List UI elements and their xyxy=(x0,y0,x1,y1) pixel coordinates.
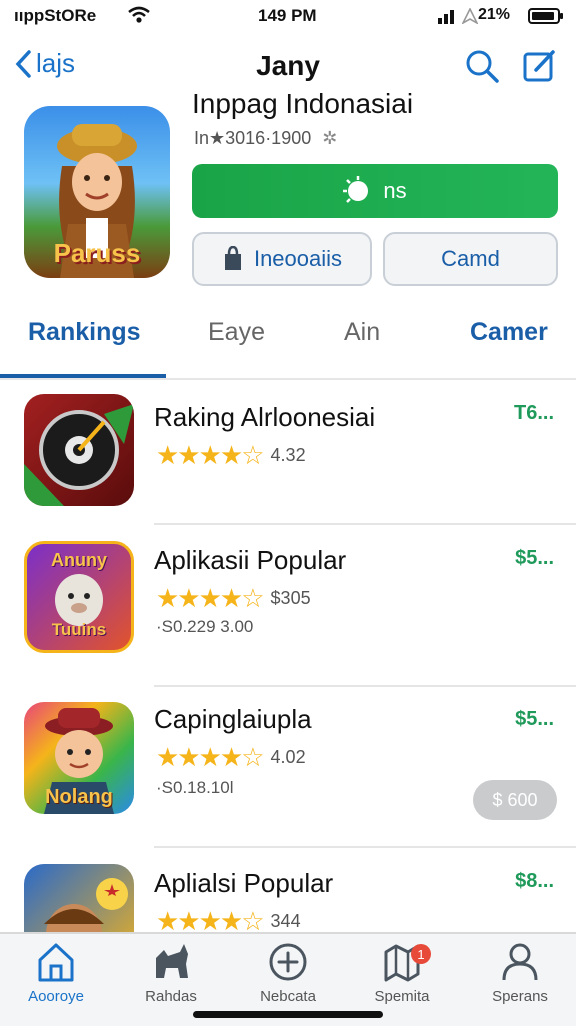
bag-icon xyxy=(224,246,241,270)
tabbar-label: Sperans xyxy=(492,988,548,1005)
rating: ★★★★☆ 4.32 xyxy=(156,440,306,471)
compose-icon[interactable] xyxy=(522,48,558,84)
rating-value: 4.02 xyxy=(270,747,306,767)
app-meta: In★3016·1900 ✲ xyxy=(194,128,337,149)
item-title: Aplikasii Popular xyxy=(154,545,347,575)
app-icon-label: Paruss xyxy=(53,238,141,268)
list-item[interactable]: Anuny Tuuins Aplikasii Popular ★★★★☆ $30… xyxy=(0,525,576,687)
boy-hat-icon: Nolang xyxy=(24,702,134,814)
star-rating-icon: ★★★★☆ xyxy=(156,583,265,613)
price-pill-button[interactable]: $ 600 xyxy=(473,780,557,820)
item-subtitle: ·S0.18.10l xyxy=(156,778,234,797)
wifi-icon xyxy=(128,6,150,23)
star-rating-icon: ★★★★☆ xyxy=(156,906,265,932)
tabbar-item-rahdas[interactable]: Rahdas xyxy=(121,940,221,1005)
tab-eaye[interactable]: Eaye xyxy=(208,318,265,347)
home-icon xyxy=(38,943,74,982)
app-title: Inppag Indonasiai xyxy=(192,88,414,119)
app-meta-text: In★3016·1900 xyxy=(194,128,312,148)
tabbar-label: Spemita xyxy=(374,988,430,1005)
star-rating-icon: ★★★★☆ xyxy=(156,742,265,772)
secondary-left-label: Ineooaiis xyxy=(253,246,343,271)
price-label[interactable]: $8... xyxy=(515,870,554,893)
dial-icon xyxy=(24,394,134,506)
item-title: Capinglaiupla xyxy=(154,704,312,734)
item-subtitle: ·S0.229 3.00 xyxy=(156,617,254,636)
plus-circle-icon xyxy=(269,943,307,981)
tabbar-label: Aooroye xyxy=(28,988,84,1005)
tabbar-label: Rahdas xyxy=(145,988,197,1005)
price-label[interactable]: $5... xyxy=(515,708,554,731)
rating: ★★★★☆ $305 xyxy=(156,583,311,614)
home-indicator[interactable] xyxy=(193,1011,383,1018)
secondary-left-button[interactable]: Ineooaiis xyxy=(192,232,372,286)
person-icon xyxy=(502,943,538,981)
secondary-right-button[interactable]: Camd xyxy=(383,232,558,286)
price-label[interactable]: $5... xyxy=(515,547,554,570)
list-item[interactable]: Nolang Capinglaiupla ★★★★☆ 4.02 ·S0.18.1… xyxy=(0,686,576,848)
star-rating-icon: ★★★★☆ xyxy=(156,440,265,470)
tabbar-item-nebcata[interactable]: Nebcata xyxy=(238,940,338,1005)
dog-icon xyxy=(156,944,188,978)
item-title: Raking Alrloonesiai xyxy=(154,402,376,432)
list-item[interactable]: Aplialsi Popular ★★★★☆ 344 $8... xyxy=(0,848,576,932)
rating-value: 344 xyxy=(270,911,301,931)
tabbar-label: Nebcata xyxy=(260,988,316,1005)
signal-icon xyxy=(438,10,454,24)
item-title: Aplialsi Popular xyxy=(154,868,334,898)
carrier-label: ııppStORe xyxy=(14,6,97,25)
tabbar-item-sperans[interactable]: Sperans xyxy=(470,940,570,1005)
list-item[interactable]: Raking Alrloonesiai ★★★★☆ 4.32 T6... xyxy=(0,380,576,525)
clock: 149 PM xyxy=(258,6,317,25)
app-icon[interactable]: Paruss xyxy=(24,106,170,278)
rating: ★★★★☆ 344 xyxy=(156,906,301,932)
tab-ain[interactable]: Ain xyxy=(344,318,380,347)
icon-top-text: Anuny xyxy=(51,550,107,570)
tabbar-item-home[interactable]: Aooroye xyxy=(6,940,106,1005)
girl-star-icon xyxy=(24,864,134,932)
llama-game-icon: Anuny Tuuins xyxy=(24,541,134,653)
status-bar: ııppStORe 149 PM 21% xyxy=(0,0,576,34)
get-button-label: ns xyxy=(383,178,407,203)
price-label[interactable]: T6... xyxy=(514,402,554,425)
tab-camer[interactable]: Camer xyxy=(470,318,548,347)
rating-value: $305 xyxy=(270,588,311,608)
search-icon[interactable] xyxy=(464,48,500,84)
tab-rankings[interactable]: Rankings xyxy=(28,318,141,347)
icon-bottom-text: Nolang xyxy=(45,786,113,808)
secondary-right-label: Camd xyxy=(441,246,500,271)
battery-percent: 21% xyxy=(478,6,511,23)
location-icon xyxy=(462,8,478,24)
sparkle-icon xyxy=(343,176,369,203)
notification-badge: 1 xyxy=(411,944,431,964)
rating: ★★★★☆ 4.02 xyxy=(156,742,306,773)
rating-value: 4.32 xyxy=(270,445,306,465)
get-button[interactable]: ns xyxy=(192,164,558,218)
battery-icon xyxy=(528,8,563,24)
gear-icon: ✲ xyxy=(322,128,338,148)
tabbar-item-spemita[interactable]: 1 Spemita xyxy=(352,940,452,1005)
icon-bottom-text: Tuuins xyxy=(51,620,107,639)
